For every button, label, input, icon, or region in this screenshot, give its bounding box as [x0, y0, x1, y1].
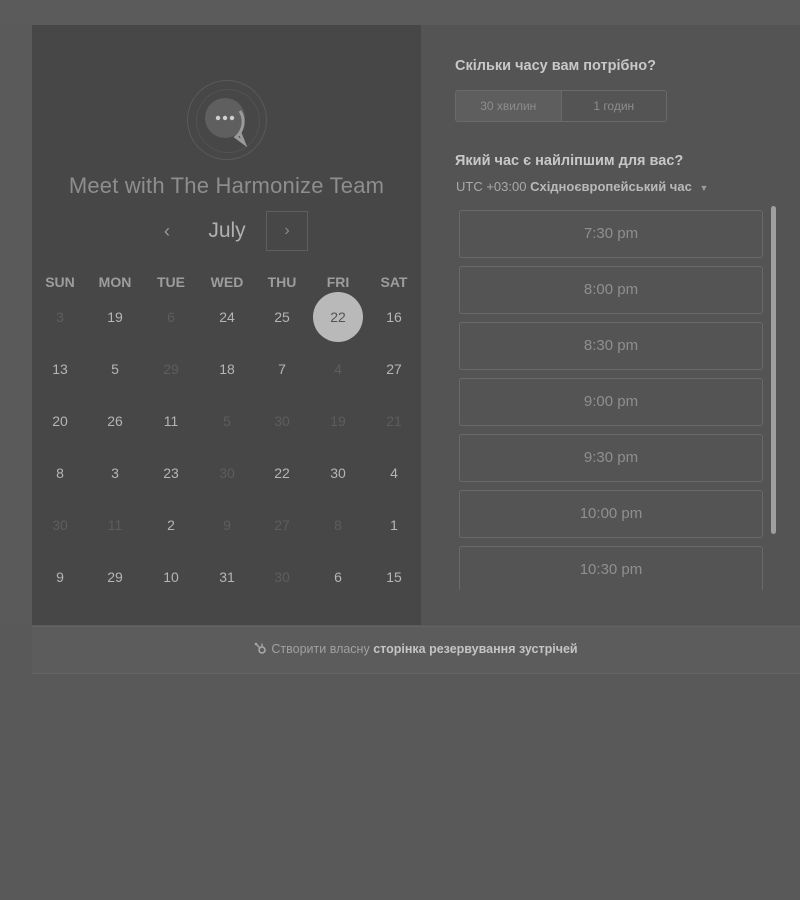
duration-1-hour-button[interactable]: 1 годин [562, 91, 667, 121]
weekday-label: SUN [45, 274, 75, 290]
weekday-label: SAT [380, 274, 408, 290]
chat-bubble-icon [205, 98, 248, 147]
duration-question: Скільки часу вам потрібно? [455, 58, 656, 74]
calendar-day[interactable]: 5 [90, 344, 140, 394]
calendar-day[interactable]: 1 [369, 500, 419, 550]
calendar-day: 21 [386, 413, 402, 429]
time-slot-button[interactable]: 10:30 pm [459, 546, 763, 590]
timezone-selector[interactable]: UTC +03:00 Східноєвропейський час ▼ [456, 179, 708, 194]
calendar-day: 6 [167, 309, 175, 325]
weekday-label: FRI [326, 274, 350, 290]
calendar-day[interactable]: 3 [90, 448, 140, 498]
calendar-day[interactable]: 23 [146, 448, 196, 498]
time-slot-scrollbar[interactable] [771, 206, 776, 534]
calendar-day: 19 [330, 413, 346, 429]
calendar-day: 3 [56, 309, 64, 325]
calendar-day: 4 [334, 361, 342, 377]
calendar-day[interactable]: 9 [35, 552, 85, 602]
create-booking-page-link[interactable]: Створити власну сторінка резервування зу… [32, 627, 800, 673]
chevron-left-icon[interactable]: ‹ [152, 217, 182, 247]
calendar-day[interactable]: 30 [313, 448, 363, 498]
calendar-day[interactable]: 25 [257, 292, 307, 342]
calendar-day[interactable]: 16 [369, 292, 419, 342]
calendar-day: 11 [107, 517, 123, 533]
calendar-day: 8 [334, 517, 342, 533]
calendar-day: 30 [219, 465, 235, 481]
sprocket-icon [255, 642, 267, 654]
time-slot-button[interactable]: 9:00 pm [459, 378, 763, 426]
top-bar [0, 0, 800, 26]
calendar-day[interactable]: 18 [202, 344, 252, 394]
footer-bar: Створити власну сторінка резервування зу… [32, 626, 800, 674]
calendar-day[interactable]: 20 [35, 396, 85, 446]
timezone-name: Східноєвропейський час [530, 179, 692, 194]
calendar-day: 30 [274, 569, 290, 585]
calendar-panel: Meet with The Harmonize Team ‹ July › SU… [32, 25, 421, 625]
time-slot-list: 7:30 pm 8:00 pm 8:30 pm 9:00 pm 9:30 pm 10:00… [459, 210, 763, 590]
time-slot-button[interactable]: 9:30 pm [459, 434, 763, 482]
time-selection-panel: Скільки часу вам потрібно? 30 хвилин 1 г… [421, 25, 800, 625]
calendar-day: 27 [274, 517, 290, 533]
time-slot-button[interactable]: 8:30 pm [459, 322, 763, 370]
calendar-day[interactable]: 11 [146, 396, 196, 446]
time-slot-button[interactable]: 8:00 pm [459, 266, 763, 314]
calendar-day[interactable]: 4 [369, 448, 419, 498]
calendar-day[interactable]: 10 [146, 552, 196, 602]
weekday-label: TUE [157, 274, 185, 290]
left-margin [0, 25, 32, 625]
calendar-day[interactable]: 26 [90, 396, 140, 446]
footer-link-text: сторінка резервування зустрічей [373, 642, 578, 656]
calendar-day[interactable]: 24 [202, 292, 252, 342]
month-navigation: ‹ July › [32, 211, 421, 251]
calendar-day[interactable]: 7 [257, 344, 307, 394]
chevron-right-icon[interactable]: › [266, 211, 308, 251]
time-slot-button[interactable]: 7:30 pm [459, 210, 763, 258]
calendar-day: 30 [274, 413, 290, 429]
calendar-day[interactable]: 22 [257, 448, 307, 498]
weekday-label: MON [98, 274, 132, 290]
weekday-label: WED [210, 274, 244, 290]
weekday-label: THU [267, 274, 297, 290]
caret-down-icon: ▼ [699, 183, 709, 193]
month-label: July [208, 219, 246, 242]
team-avatar [187, 80, 267, 160]
calendar-day[interactable]: 6 [313, 552, 363, 602]
calendar-day[interactable]: 27 [369, 344, 419, 394]
calendar-day[interactable]: 2 [146, 500, 196, 550]
calendar-day[interactable]: 8 [35, 448, 85, 498]
footer-prefix: Створити власну [271, 642, 370, 656]
calendar-day: 29 [163, 361, 179, 377]
calendar-day: 9 [223, 517, 231, 533]
calendar-day[interactable]: 13 [35, 344, 85, 394]
calendar-day: 5 [223, 413, 231, 429]
meeting-booking-widget: Meet with The Harmonize Team ‹ July › SU… [32, 25, 800, 625]
calendar-day[interactable]: 19 [90, 292, 140, 342]
calendar-day[interactable]: 15 [369, 552, 419, 602]
meeting-title: Meet with The Harmonize Team [68, 173, 385, 198]
calendar-day: 30 [52, 517, 68, 533]
calendar-day[interactable]: 29 [90, 552, 140, 602]
time-slot-button[interactable]: 10:00 pm [459, 490, 763, 538]
duration-toggle: 30 хвилин 1 годин [455, 90, 667, 122]
calendar-day-selected[interactable]: 22 [313, 292, 363, 342]
time-question: Який час є найліпшим для вас? [455, 153, 684, 169]
timezone-offset: UTC +03:00 [456, 179, 527, 194]
calendar-day[interactable]: 31 [202, 552, 252, 602]
duration-30-min-button[interactable]: 30 хвилин [456, 91, 562, 121]
